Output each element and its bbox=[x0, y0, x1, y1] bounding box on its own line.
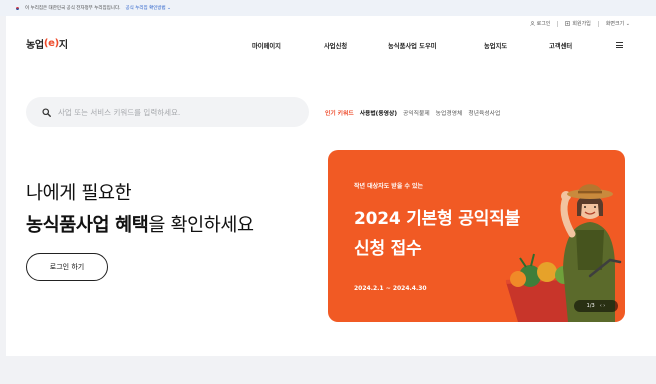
user-icon bbox=[529, 21, 535, 26]
search-icon[interactable] bbox=[42, 107, 51, 117]
gov-verify-link[interactable]: 공식 누리집 확인방법 ⌄ bbox=[126, 5, 171, 11]
nav-item-support[interactable]: 고객센터 bbox=[549, 41, 572, 50]
signup-link-label: 회원가입 bbox=[572, 21, 591, 27]
banner-title-line-1: 2024 기본형 공익직불 bbox=[354, 209, 521, 229]
keyword-item[interactable]: 사용법(동영상) bbox=[360, 108, 397, 117]
gov-notice-text: 이 누리집은 대한민국 공식 전자정부 누리집입니다. bbox=[25, 6, 121, 11]
banner-title: 2024 기본형 공익직불 신청 접수 bbox=[354, 204, 564, 264]
nav-item-farm-map[interactable]: 농업지도 bbox=[484, 41, 507, 50]
korea-flag-icon bbox=[14, 6, 21, 11]
main-page: 로그인 회원가입 화면크기 ⌄ 농업 (e) 지 마이페이지 사업신청 농식품사업 … bbox=[6, 16, 656, 356]
main-navigation: 마이페이지 사업신청 농식품사업 도우미 농업지도 고객센터 bbox=[6, 41, 656, 51]
promo-banner[interactable]: 작년 대상자도 받을 수 있는 2024 기본형 공익직불 신청 접수 2024… bbox=[328, 150, 625, 322]
keyword-item[interactable]: 농업경영체 bbox=[436, 108, 463, 117]
signup-link[interactable]: 회원가입 bbox=[565, 20, 591, 27]
hamburger-menu-icon[interactable] bbox=[616, 42, 623, 48]
popular-keywords: 인기 키워드 사용법(동영상) 공익직불제 농업경영체 청년육성사업 bbox=[325, 108, 506, 117]
nav-item-apply[interactable]: 사업신청 bbox=[324, 41, 347, 50]
banner-page-indicator: 1/3 bbox=[586, 303, 595, 309]
signup-icon bbox=[565, 21, 571, 26]
hero-line-2-rest: 을 확인하세요 bbox=[148, 215, 254, 236]
divider bbox=[597, 20, 599, 27]
banner-pager[interactable]: 1/3 ‹ › bbox=[574, 300, 618, 312]
banner-subtitle: 작년 대상자도 받을 수 있는 bbox=[354, 183, 424, 190]
hero-heading: 나에게 필요한 농식품사업 혜택을 확인하세요 bbox=[26, 179, 254, 237]
banner-date: 2024.2.1 ~ 2024.4.30 bbox=[354, 285, 427, 292]
login-link-label: 로그인 bbox=[536, 21, 551, 27]
divider bbox=[557, 20, 559, 27]
nav-item-mypage[interactable]: 마이페이지 bbox=[252, 41, 281, 50]
hero-line-1: 나에게 필요한 bbox=[26, 183, 132, 204]
popular-keywords-title: 인기 키워드 bbox=[325, 111, 354, 117]
keyword-item[interactable]: 공익직불제 bbox=[403, 108, 430, 117]
nav-item-helper[interactable]: 농식품사업 도우미 bbox=[388, 41, 437, 50]
keyword-item[interactable]: 청년육성사업 bbox=[468, 108, 500, 117]
login-link[interactable]: 로그인 bbox=[529, 20, 551, 27]
banner-prev-next-controls[interactable]: ‹ › bbox=[600, 303, 606, 309]
font-size-dropdown[interactable]: 화면크기 ⌄ bbox=[606, 20, 630, 27]
search-input[interactable] bbox=[58, 107, 288, 117]
login-button[interactable]: 로그인 하기 bbox=[26, 253, 108, 281]
search-bar[interactable] bbox=[26, 97, 309, 127]
hero-line-2: 농식품사업 혜택을 확인하세요 bbox=[26, 211, 254, 237]
hero-highlight: 농식품사업 혜택 bbox=[26, 215, 149, 236]
gov-notice-bar: 이 누리집은 대한민국 공식 전자정부 누리집입니다. 공식 누리집 확인방법 … bbox=[0, 0, 656, 16]
utility-links: 로그인 회원가입 화면크기 ⌄ bbox=[529, 20, 630, 27]
banner-title-line-2: 신청 접수 bbox=[354, 239, 422, 259]
